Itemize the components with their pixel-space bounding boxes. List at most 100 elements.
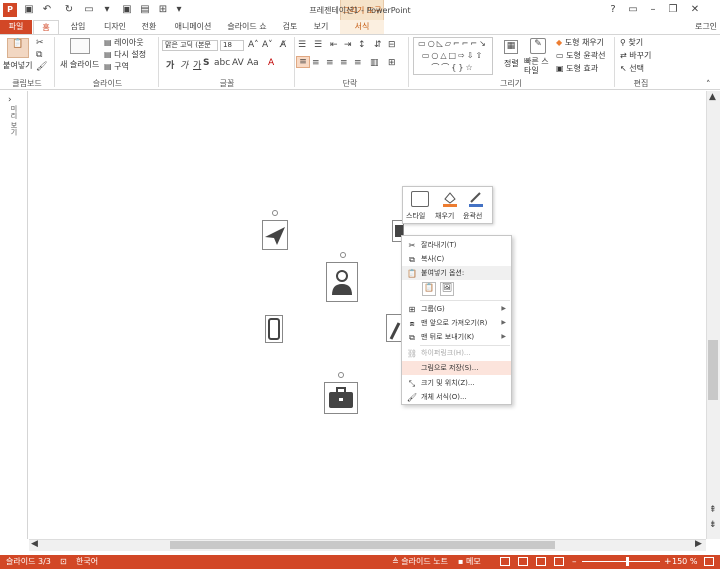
menu-item-bring-front[interactable]: ⧈ 맨 앞으로 가져오기(R) ▶ — [402, 316, 511, 330]
vertical-scroll-thumb[interactable] — [708, 340, 718, 400]
prev-slide-icon[interactable]: ⇞ — [709, 505, 717, 515]
arrange-icon[interactable]: ▦ — [504, 40, 518, 54]
change-case-icon[interactable]: Aa — [247, 58, 259, 68]
fill-button[interactable]: 채우기 — [435, 211, 454, 221]
select-button[interactable]: ↖ 선택 — [620, 63, 644, 74]
restore-icon[interactable]: ❐ — [666, 3, 680, 17]
align-center-icon[interactable]: ≡ — [312, 58, 320, 68]
tab-home[interactable]: 홈 — [33, 20, 59, 34]
normal-view-icon[interactable] — [500, 557, 510, 566]
section-button[interactable]: ▤ 구역 — [104, 61, 129, 72]
quick-styles-icon[interactable]: ✎ — [530, 38, 546, 54]
align-left-icon[interactable]: ≡ — [296, 56, 310, 68]
style-icon[interactable] — [411, 191, 429, 207]
align-right-icon[interactable]: ≡ — [326, 58, 334, 68]
format-painter-icon[interactable]: 🖌 — [36, 62, 47, 72]
grow-font-icon[interactable]: A˄ — [248, 40, 259, 50]
rotate-handle[interactable] — [338, 372, 344, 378]
clear-format-icon[interactable]: A̸ — [280, 40, 286, 50]
slideshow-view-icon[interactable] — [554, 557, 564, 566]
help-icon[interactable]: ? — [606, 3, 620, 17]
spellcheck-icon[interactable]: ⊡ — [60, 555, 67, 569]
zoom-in-icon[interactable]: + — [664, 555, 672, 569]
tab-format[interactable]: 서식 — [344, 20, 380, 34]
line-spacing-icon[interactable]: ↕ — [358, 40, 366, 50]
tab-review[interactable]: 검토 — [278, 20, 302, 34]
scroll-up-icon[interactable]: ▲ — [709, 92, 716, 102]
char-spacing-icon[interactable]: AV — [232, 58, 244, 68]
new-slide-button[interactable]: 새 슬라이드 — [60, 59, 99, 70]
shape-fill-button[interactable]: ◆ 도형 채우기 — [556, 37, 604, 48]
text-direction-icon[interactable]: ⇵ — [374, 40, 382, 50]
style-button[interactable]: 스타일 — [406, 211, 425, 221]
new-slide-icon[interactable] — [70, 38, 90, 54]
ribbon-display-icon[interactable]: ▭ — [626, 3, 640, 17]
shape-effects-button[interactable]: ▣ 도형 효과 — [556, 63, 598, 74]
menu-item-group[interactable]: ⊞ 그룹(G) ▶ — [402, 302, 511, 316]
bold-icon[interactable]: 가 — [166, 58, 174, 71]
paste-button[interactable]: 붙여넣기 — [3, 60, 32, 71]
replace-button[interactable]: ⇄ 바꾸기 — [620, 50, 651, 61]
paste-icon[interactable]: 📋 — [7, 38, 29, 58]
rotate-handle[interactable] — [340, 252, 346, 258]
fit-slide-icon[interactable] — [704, 557, 714, 566]
underline-icon[interactable]: 가 — [193, 58, 201, 71]
numbering-icon[interactable]: ☰ — [314, 40, 322, 50]
align-text-icon[interactable]: ⊟ — [388, 40, 396, 50]
copy-icon[interactable]: ⧉ — [36, 50, 42, 60]
comments-button[interactable]: ▪ 메모 — [458, 555, 481, 569]
tab-design[interactable]: 디자인 — [98, 20, 132, 34]
menu-item-send-back[interactable]: ⧉ 맨 뒤로 보내기(K) ▶ — [402, 330, 511, 344]
shadow-icon[interactable]: S — [203, 58, 209, 68]
outline-pen-icon[interactable] — [467, 191, 485, 207]
phone-object[interactable] — [265, 315, 283, 343]
arrange-button[interactable]: 정렬 — [504, 58, 519, 69]
scroll-left-icon[interactable]: ◀ — [31, 539, 38, 549]
justify-icon[interactable]: ≡ — [340, 58, 348, 68]
language-indicator[interactable]: 한국어 — [76, 555, 98, 569]
login-link[interactable]: 로그인 — [692, 20, 720, 34]
tab-insert[interactable]: 삽입 — [64, 20, 92, 34]
zoom-slider[interactable] — [582, 561, 660, 562]
person-object[interactable] — [326, 262, 358, 302]
increase-indent-icon[interactable]: ⇥ — [344, 40, 352, 50]
paste-picture-icon[interactable]: 🖼 — [440, 282, 454, 296]
tab-transitions[interactable]: 전환 — [136, 20, 162, 34]
zoom-slider-thumb[interactable] — [626, 557, 629, 566]
layout-button[interactable]: ▤ 레이아웃 — [104, 37, 144, 48]
menu-item-format-object[interactable]: 🖌 개체 서식(O)... — [402, 390, 511, 404]
reading-view-icon[interactable] — [536, 557, 546, 566]
close-icon[interactable]: ✕ — [688, 3, 702, 17]
notes-button[interactable]: ≜ 슬라이드 노트 — [392, 555, 448, 569]
decrease-indent-icon[interactable]: ⇤ — [330, 40, 338, 50]
paper-plane-object[interactable] — [262, 220, 288, 250]
menu-item-save-as-picture[interactable]: 그림으로 저장(S)... — [402, 361, 511, 375]
font-name-combo[interactable]: 맑은 고딕 (본문 — [162, 40, 218, 51]
outline-button[interactable]: 윤곽선 — [463, 211, 482, 221]
collapse-ribbon-icon[interactable]: ˄ — [706, 80, 711, 90]
minimize-icon[interactable]: – — [646, 3, 660, 17]
bullets-icon[interactable]: ☰ — [298, 40, 306, 50]
rotate-handle[interactable] — [272, 210, 278, 216]
expand-thumbnails-icon[interactable]: › — [8, 95, 12, 105]
find-button[interactable]: ⚲ 찾기 — [620, 37, 643, 48]
fill-bucket-icon[interactable] — [441, 191, 459, 207]
menu-item-cut[interactable]: ✂ 잘라내기(T) — [402, 238, 511, 252]
strikethrough-icon[interactable]: abc — [214, 58, 230, 68]
briefcase-object[interactable] — [324, 382, 358, 414]
vertical-scrollbar[interactable] — [706, 91, 720, 539]
cut-icon[interactable]: ✂ — [36, 38, 44, 48]
menu-item-size-position[interactable]: ⤡ 크기 및 위치(Z)... — [402, 376, 511, 390]
slide-canvas[interactable] — [29, 91, 706, 539]
menu-item-copy[interactable]: ⧉ 복사(C) — [402, 252, 511, 266]
scroll-right-icon[interactable]: ▶ — [695, 539, 702, 549]
shrink-font-icon[interactable]: A˅ — [262, 40, 273, 50]
shape-outline-button[interactable]: ▭ 도형 윤곽선 — [556, 50, 605, 61]
font-size-combo[interactable]: 18 — [220, 40, 244, 51]
next-slide-icon[interactable]: ⇟ — [709, 520, 717, 530]
distribute-icon[interactable]: ≡ — [354, 58, 362, 68]
tab-slideshow[interactable]: 슬라이드 쇼 — [222, 20, 272, 34]
tab-file[interactable]: 파일 — [0, 20, 32, 34]
slide-sorter-icon[interactable] — [518, 557, 528, 566]
italic-icon[interactable]: 가 — [180, 58, 188, 71]
